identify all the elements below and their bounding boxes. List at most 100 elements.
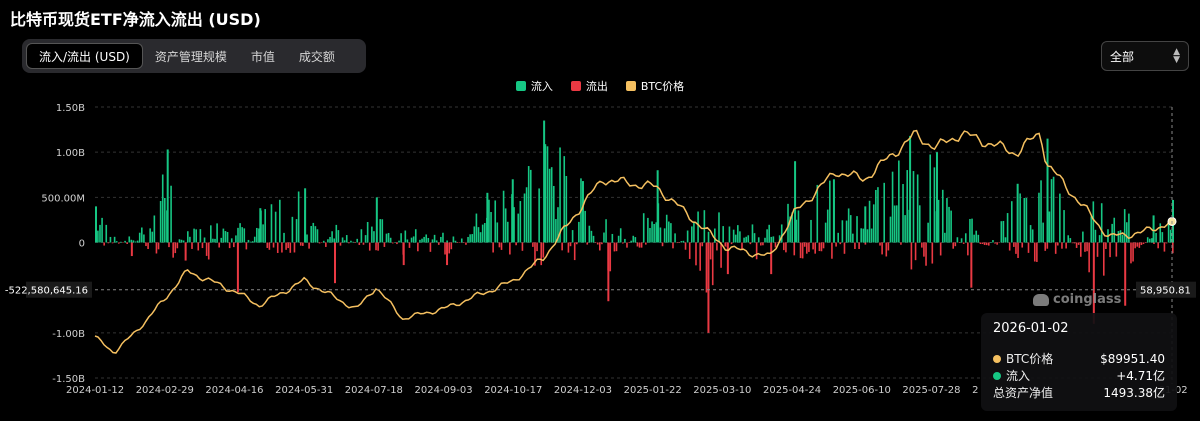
inflow-bar [555, 219, 557, 243]
inflow-bar [212, 238, 214, 243]
inflow-bar [1169, 229, 1172, 243]
y-tick-label: 0 [79, 239, 85, 250]
outflow-bar [157, 242, 160, 250]
inflow-bar [780, 224, 783, 243]
outflow-bar [835, 242, 837, 247]
outflow-bar [724, 242, 727, 247]
inflow-bar [1146, 237, 1149, 243]
inflow-bar [295, 219, 298, 243]
inflow-bar [898, 160, 900, 243]
outflow-bar [408, 242, 411, 248]
outflow-bar [318, 242, 321, 244]
outflow-bar [793, 242, 796, 256]
tooltip-price-dot [993, 354, 1001, 363]
inflow-bar [1155, 233, 1157, 243]
inflow-bar [394, 242, 396, 243]
outflow-bar [191, 242, 193, 249]
inflow-bar [454, 240, 457, 243]
outflow-bar [887, 242, 890, 251]
outflow-bar [770, 242, 773, 275]
outflow-bar [1165, 242, 1168, 244]
inflow-bar [475, 213, 478, 243]
inflow-bar [435, 240, 438, 243]
outflow-bar [498, 242, 501, 248]
inflow-bar [132, 240, 135, 243]
outflow-bar [1124, 242, 1127, 306]
inflow-bar [632, 235, 635, 243]
x-tick-label: 2024-04-16 [205, 385, 263, 396]
outflow-bar [174, 242, 177, 254]
inflow-bar [909, 135, 912, 243]
inflow-bar [772, 236, 775, 243]
outflow-bar [515, 242, 517, 246]
outflow-bar [1075, 242, 1078, 248]
inflow-bar [1019, 193, 1021, 243]
inflow-bar [906, 170, 909, 243]
inflow-bar [214, 238, 216, 243]
inflow-bar [668, 221, 670, 243]
outflow-bar [1015, 242, 1017, 254]
outflow-bar [218, 242, 220, 248]
x-tick-label: 2024-07-18 [345, 385, 403, 396]
inflow-bar [149, 228, 151, 243]
outflow-bar [640, 242, 643, 248]
outflow-bar [575, 242, 578, 245]
inflow-bar [161, 174, 164, 243]
outflow-bar [939, 242, 942, 256]
outflow-bar [383, 242, 386, 247]
inflow-bar [410, 237, 413, 243]
inflow-bar [889, 216, 892, 243]
inflow-bar [837, 232, 839, 243]
inflow-bar [421, 238, 423, 243]
inflow-bar [490, 212, 492, 243]
inflow-bar [337, 230, 340, 243]
outflow-bar [676, 242, 678, 244]
inflow-bar [1100, 203, 1103, 243]
inflow-bar [120, 241, 122, 243]
inflow-bar [404, 230, 407, 243]
x-tick-label: 2024-12-03 [554, 385, 612, 396]
inflow-bar [571, 230, 574, 243]
inflow-bar [1123, 209, 1126, 243]
inflow-bar [1031, 229, 1034, 243]
x-tick-label: 2 [972, 385, 978, 396]
inflow-bar [199, 229, 202, 243]
inflow-bar [875, 189, 877, 243]
inflow-bar [385, 233, 388, 243]
inflow-bar [496, 222, 499, 243]
inflow-bar [467, 236, 469, 243]
inflow-bar [153, 215, 156, 243]
inflow-bar [105, 224, 108, 243]
inflow-bar [143, 234, 145, 243]
inflow-bar [314, 226, 317, 243]
tooltip-nav-label: 总资产净值 [993, 386, 1054, 400]
inflow-bar [944, 232, 946, 243]
inflow-bar [826, 209, 829, 243]
inflow-bar [691, 226, 693, 243]
inflow-bar [1159, 223, 1162, 243]
outflow-bar [245, 242, 248, 250]
inflow-bar [488, 199, 490, 243]
inflow-bar [414, 229, 417, 243]
inflow-bar [256, 227, 258, 243]
outflow-bar [994, 242, 996, 244]
tooltip-price-value: $89951.40 [1100, 351, 1165, 366]
tooltip-nav-value: 1493.38亿 [1103, 386, 1165, 400]
outflow-bar [285, 242, 287, 250]
outflow-bar [1077, 242, 1080, 245]
outflow-bar [205, 242, 208, 256]
inflow-bar [99, 224, 101, 243]
inflow-bar [517, 213, 520, 243]
outflow-bar [289, 242, 292, 253]
outflow-bar [720, 242, 722, 268]
outflow-bar [699, 242, 701, 271]
inflow-bar [642, 213, 645, 243]
inflow-bar [918, 205, 921, 243]
outflow-bar [348, 242, 350, 244]
inflow-bar [141, 227, 143, 243]
inflow-bar [379, 219, 382, 243]
inflow-bar [1119, 230, 1122, 243]
inflow-bar [427, 237, 430, 243]
outflow-bar [958, 242, 961, 243]
inflow-bar [364, 235, 367, 243]
